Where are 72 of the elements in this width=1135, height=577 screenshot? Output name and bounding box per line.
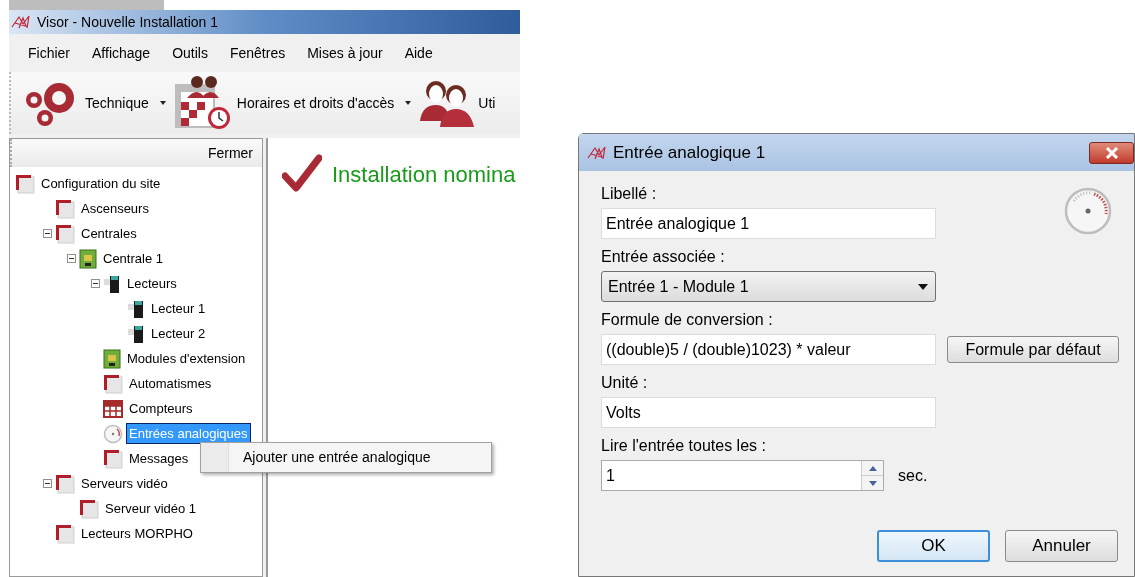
tree-item[interactable]: Serveurs vidéo [78, 472, 171, 495]
collapse-toggle[interactable] [42, 479, 52, 488]
dialog-button[interactable]: OK [877, 530, 990, 562]
default-formula-button[interactable]: Formule par défaut [947, 336, 1119, 363]
text-field[interactable]: ((double)5 / (double)1023) * valeur [601, 334, 936, 365]
menu-item[interactable]: Fichier [18, 42, 80, 64]
gauge-icon [103, 423, 123, 444]
field-label: Unité : [601, 374, 649, 392]
checkmark-icon [282, 154, 322, 192]
tree-item[interactable]: Centrale 1 [100, 247, 166, 270]
logo-icon [587, 144, 607, 161]
text-field[interactable]: Volts [601, 397, 936, 428]
close-panel-button[interactable]: Fermer [207, 142, 253, 164]
circuit-board-icon [103, 348, 121, 369]
tree-item[interactable]: Modules d'extension [124, 347, 249, 370]
grid-icon [103, 399, 123, 418]
corner-square-icon [103, 448, 123, 469]
circuit-board-icon [79, 248, 97, 269]
text-field[interactable]: Entrée analogique 1 [601, 208, 936, 239]
spin-up-button[interactable] [862, 461, 883, 476]
menu-item[interactable]: Affichage [82, 42, 161, 64]
field-label: Formule de conversion : [601, 311, 774, 329]
field-label: Lire l'entrée toutes les : [601, 437, 767, 455]
menu-item[interactable]: Outils [162, 42, 218, 64]
corner-square-icon [15, 173, 35, 194]
down-arrow-icon [868, 480, 877, 486]
dropdown-field[interactable]: Entrée 1 - Module 1 [601, 271, 936, 302]
unit-label: sec. [898, 465, 928, 486]
tree-item[interactable]: Automatismes [126, 372, 215, 395]
status-text: Installation nomina [332, 161, 516, 189]
collapse-toggle[interactable] [66, 254, 76, 263]
tree-item[interactable]: Centrales [78, 222, 140, 245]
dialog-button[interactable]: Annuler [1005, 530, 1118, 562]
gauge-icon [1064, 187, 1112, 235]
toolbar-button[interactable]: Technique [23, 76, 169, 130]
corner-square-icon [55, 473, 75, 494]
field-label: Libellé : [601, 185, 658, 203]
corner-square-icon [79, 498, 99, 519]
tree-item[interactable]: Lecteurs MORPHO [78, 522, 196, 545]
window-title: Visor - Nouvelle Installation 1 [37, 12, 219, 32]
close-icon [1104, 146, 1119, 159]
field-label: Entrée associée : [601, 248, 726, 266]
toolbar-button[interactable]: Horaires et droits d'accès [172, 74, 415, 132]
corner-square-icon [103, 373, 123, 394]
card-reader-icon [103, 273, 121, 294]
tree-item[interactable]: Ascenseurs [78, 197, 152, 220]
menu-item[interactable]: Aide [394, 42, 443, 64]
collapse-toggle[interactable] [42, 229, 52, 238]
corner-square-icon [55, 223, 75, 244]
toolbar-button[interactable]: Uti [418, 77, 496, 129]
tree-item[interactable]: Lecteurs [124, 272, 180, 295]
tree-item[interactable]: Lecteur 1 [148, 297, 209, 320]
corner-square-icon [55, 198, 75, 219]
tree-item[interactable]: Serveur vidéo 1 [102, 497, 200, 520]
corner-square-icon [55, 523, 75, 544]
tree-item[interactable]: Lecteur 2 [148, 322, 209, 345]
menu-item[interactable]: Mises à jour [297, 42, 393, 64]
spinner-field[interactable]: 1 [601, 460, 884, 491]
logo-icon [11, 14, 31, 30]
dialog-title: Entrée analogique 1 [613, 141, 766, 164]
up-arrow-icon [868, 465, 877, 471]
tree-item[interactable]: Configuration du site [38, 172, 164, 195]
spin-down-button[interactable] [862, 476, 883, 490]
collapse-toggle[interactable] [90, 279, 100, 288]
card-reader-icon [127, 298, 145, 319]
menu-item[interactable]: Fenêtres [219, 42, 296, 64]
card-reader-icon [127, 323, 145, 344]
context-menu-item[interactable]: Ajouter une entrée analogique [229, 443, 431, 472]
caret-icon [917, 282, 929, 291]
close-button[interactable] [1089, 141, 1134, 164]
tree-item[interactable]: Messages [126, 447, 192, 470]
tree-item[interactable]: Compteurs [126, 397, 196, 420]
